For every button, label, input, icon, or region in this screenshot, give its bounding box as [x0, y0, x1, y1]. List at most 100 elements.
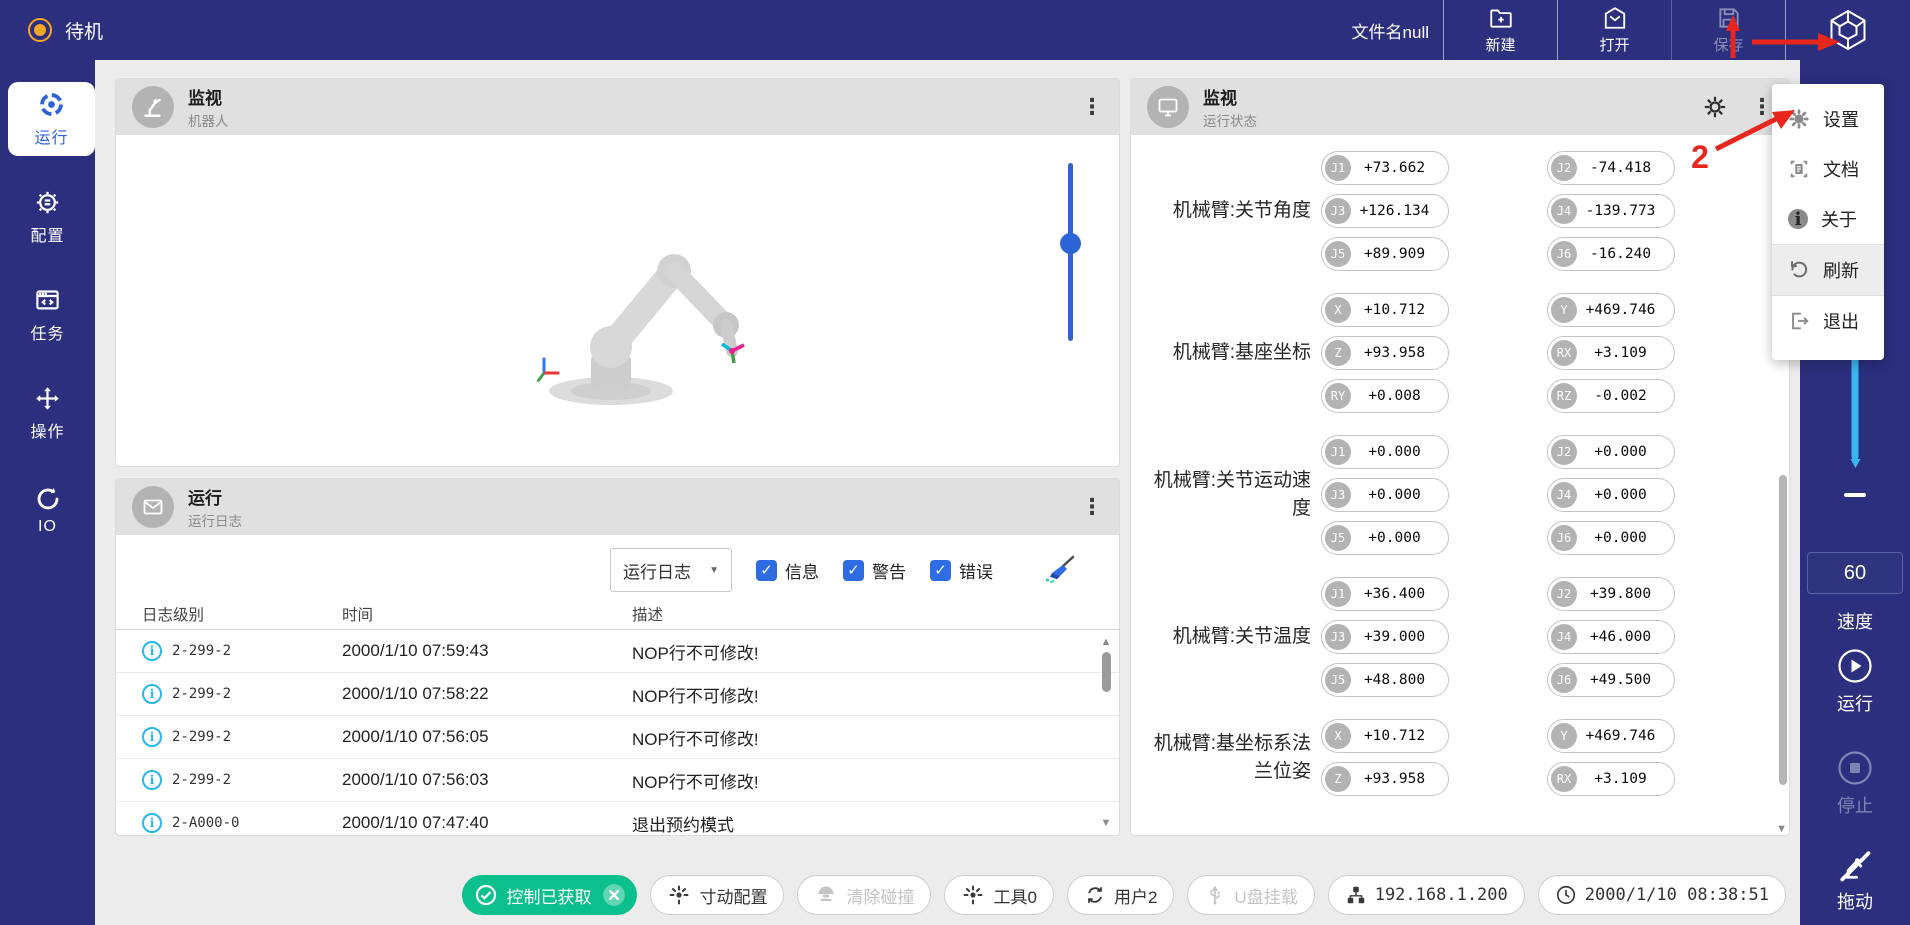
run-log-panel: 运行 运行日志 ⋮ 运行日志 ▼ ✓ 信息 ✓ 警告 ✓ 错误 日志级别 时间 …: [115, 478, 1120, 836]
new-file-button[interactable]: 新建: [1443, 0, 1557, 60]
status-indicator-icon: [28, 18, 52, 42]
save-file-label: 保存: [1713, 34, 1743, 55]
axis-value: -0.002: [1577, 388, 1664, 404]
open-file-button[interactable]: 打开: [1557, 0, 1671, 60]
kebab-menu-icon[interactable]: ⋮: [1751, 96, 1773, 118]
sidebar-item-io[interactable]: IO: [0, 474, 95, 548]
status-group: 机械臂:关节角度 J1 +73.662 J2 -74.418 J3 +126.1…: [1145, 151, 1789, 271]
menu-item-docs[interactable]: 文档: [1772, 144, 1884, 194]
view-zoom-slider-thumb[interactable]: [1060, 233, 1081, 254]
jog-icon: [667, 883, 691, 907]
scroll-down-icon[interactable]: ▼: [1101, 818, 1112, 829]
robot-panel-header: 监视 机器人 ⋮: [116, 79, 1119, 135]
kebab-menu-icon[interactable]: ⋮: [1081, 496, 1103, 518]
axis-value: +0.000: [1577, 487, 1664, 503]
app-logo-menu-button[interactable]: [1785, 0, 1910, 60]
sidebar-item-config[interactable]: 配置: [0, 180, 95, 254]
status-label: 待机: [65, 17, 103, 44]
checkbox-checked-icon[interactable]: ✓: [756, 560, 777, 581]
sidebar-item-label: IO: [38, 518, 57, 536]
clear-log-broom-icon[interactable]: [1043, 555, 1077, 585]
tool-pill[interactable]: 工具0: [944, 875, 1053, 915]
scroll-down-icon[interactable]: ▼: [1776, 823, 1787, 835]
tool-jog-icon: [961, 883, 985, 907]
control-acquired-pill[interactable]: 控制已获取: [462, 875, 637, 915]
menu-item-refresh[interactable]: 刷新: [1772, 244, 1884, 296]
log-rows: i 2-299-2 2000/1/10 07:59:43 NOP行不可修改! i…: [116, 630, 1119, 836]
clear-collision-label: 清除碰撞: [846, 883, 914, 908]
menu-item-exit[interactable]: 退出: [1772, 296, 1884, 346]
status-group: 机械臂:基座坐标 X +10.712 Y +469.746 Z +93.958 …: [1145, 293, 1789, 413]
status-panel-header: 监视 运行状态 ⋮: [1131, 79, 1789, 135]
log-time: 2000/1/10 07:59:43: [342, 641, 632, 661]
user-frame-pill[interactable]: 用户2: [1067, 875, 1174, 915]
checkbox-error[interactable]: ✓ 错误: [930, 558, 993, 583]
robot-3d-view[interactable]: [116, 135, 1119, 467]
value-pill: J4 +0.000: [1547, 478, 1675, 512]
axis-value: +469.746: [1577, 302, 1664, 318]
value-pill: J6 -16.240: [1547, 237, 1675, 271]
run-button-label[interactable]: 运行: [1837, 690, 1873, 716]
estop-mushroom-icon: [814, 883, 838, 907]
menu-item-settings[interactable]: 设置: [1772, 94, 1884, 144]
axis-badge: Y: [1551, 723, 1577, 749]
axis-badge: J2: [1551, 155, 1577, 181]
panel-title: 监视: [1203, 84, 1257, 109]
log-row: i 2-299-2 2000/1/10 07:56:05 NOP行不可修改!: [116, 716, 1119, 759]
checkbox-checked-icon[interactable]: ✓: [843, 560, 864, 581]
log-row: i 2-299-2 2000/1/10 07:56:03 NOP行不可修改!: [116, 759, 1119, 802]
drag-mode-button[interactable]: [1837, 848, 1873, 884]
menu-item-label: 设置: [1823, 106, 1859, 132]
axis-badge: J4: [1551, 198, 1577, 224]
group-label: 机械臂:关节温度: [1145, 623, 1321, 651]
ip-address-pill[interactable]: 192.168.1.200: [1328, 875, 1525, 915]
speed-value-box[interactable]: 60: [1807, 552, 1903, 594]
checkbox-warning[interactable]: ✓ 警告: [843, 558, 906, 583]
log-row: i 2-299-2 2000/1/10 07:58:22 NOP行不可修改!: [116, 673, 1119, 716]
release-control-close-icon[interactable]: [601, 882, 627, 908]
value-pill: J3 +126.134: [1321, 194, 1449, 228]
sidebar-item-label: 操作: [30, 418, 64, 442]
save-file-button[interactable]: 保存: [1671, 0, 1785, 60]
io-cycle-icon: [35, 486, 61, 512]
datetime-pill[interactable]: 2000/1/10 08:38:51: [1538, 875, 1786, 915]
axis-badge: J2: [1551, 581, 1577, 607]
menu-item-label: 退出: [1823, 308, 1859, 334]
jog-config-pill[interactable]: 寸动配置: [650, 875, 784, 915]
log-scrollbar[interactable]: ▲ ▼: [1098, 637, 1114, 829]
info-icon: i: [142, 770, 162, 790]
axis-value: +93.958: [1351, 345, 1438, 361]
scroll-up-icon[interactable]: ▲: [1101, 637, 1112, 648]
menu-item-about[interactable]: i 关于: [1772, 194, 1884, 244]
status-group: 机械臂:关节温度 J1 +36.400 J2 +39.800 J3 +39.00…: [1145, 577, 1789, 697]
envelope-avatar-icon: [132, 486, 174, 528]
log-type-select[interactable]: 运行日志 ▼: [610, 548, 732, 592]
stop-button[interactable]: [1835, 748, 1875, 788]
sidebar-item-label: 任务: [30, 320, 64, 344]
axis-value: +0.000: [1577, 444, 1664, 460]
value-pill: J6 +49.500: [1547, 663, 1675, 697]
axis-badge: Z: [1325, 340, 1351, 366]
axis-badge: RX: [1551, 340, 1577, 366]
sidebar-item-run[interactable]: 运行: [8, 82, 95, 156]
log-filter-row: 运行日志 ▼ ✓ 信息 ✓ 警告 ✓ 错误: [116, 547, 1077, 593]
speed-minus-button[interactable]: [1844, 493, 1866, 497]
value-pill: RY +0.008: [1321, 379, 1449, 413]
status-scrollbar-thumb[interactable]: [1779, 475, 1787, 785]
value-pill: RX +3.109: [1547, 336, 1675, 370]
log-time: 2000/1/10 07:56:03: [342, 770, 632, 790]
checkbox-checked-icon[interactable]: ✓: [930, 560, 951, 581]
run-play-button[interactable]: [1835, 646, 1875, 686]
sidebar-item-task[interactable]: 任务: [0, 278, 95, 352]
sidebar-item-operate[interactable]: 操作: [0, 376, 95, 450]
value-pill: J3 +39.000: [1321, 620, 1449, 654]
checkbox-info[interactable]: ✓ 信息: [756, 558, 819, 583]
axis-value: +10.712: [1351, 302, 1438, 318]
gear-icon[interactable]: [1703, 95, 1727, 119]
usb-mount-pill[interactable]: U盘挂载: [1187, 875, 1314, 915]
info-icon: i: [142, 813, 162, 833]
clear-collision-pill[interactable]: 清除碰撞: [797, 875, 931, 915]
clock-icon: [1555, 884, 1577, 906]
kebab-menu-icon[interactable]: ⋮: [1081, 96, 1103, 118]
scrollbar-thumb[interactable]: [1102, 652, 1111, 692]
